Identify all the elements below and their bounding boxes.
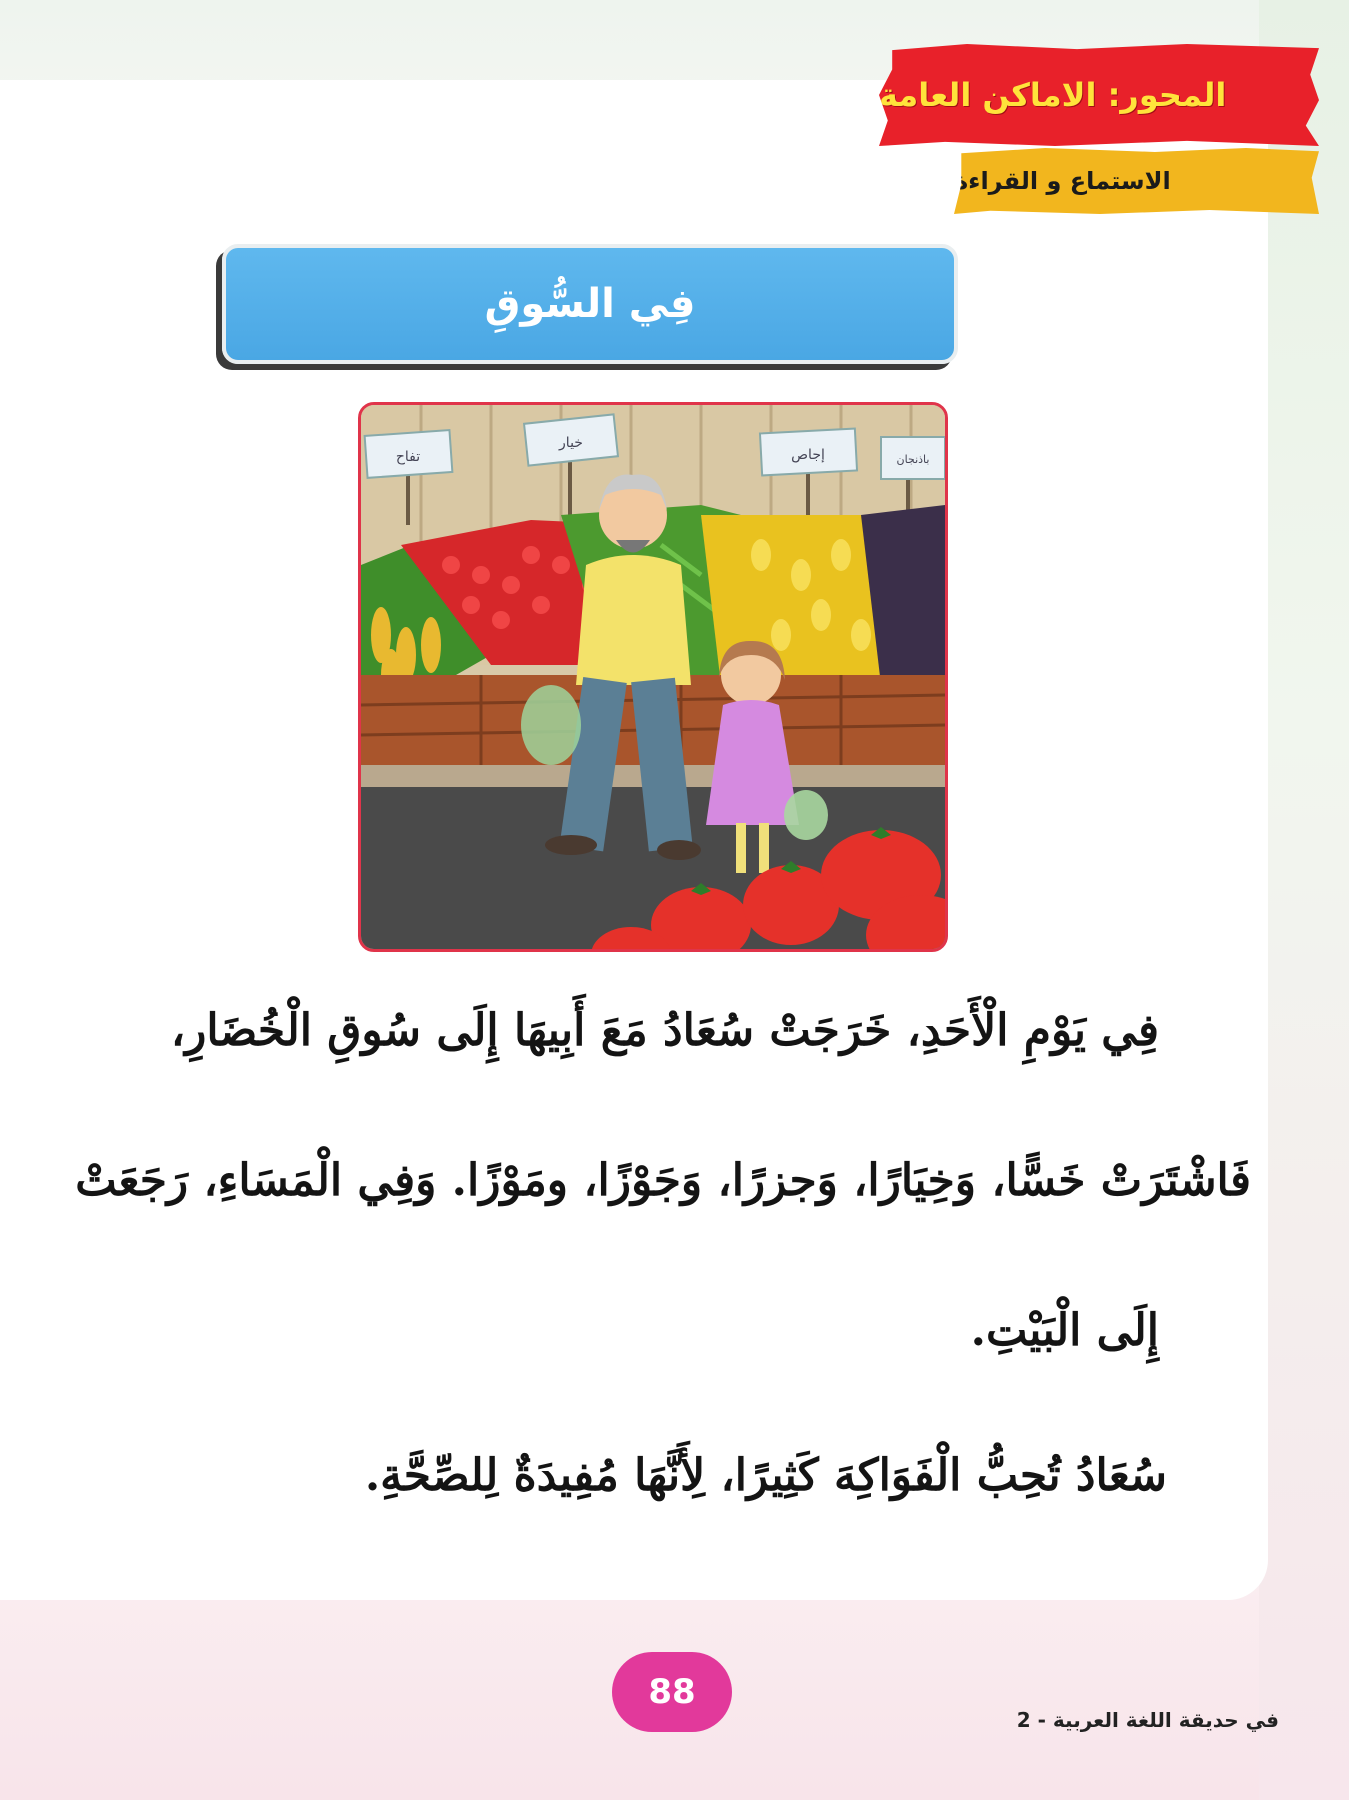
section-banner: الاستماع و القراءة (954, 148, 1319, 214)
lesson-title-bar: فِي السُّوقِ (222, 244, 958, 364)
page-side-gradient (1259, 0, 1349, 1800)
lesson-title: فِي السُّوقِ (484, 281, 696, 327)
sign-cucumber: خيار (558, 435, 583, 451)
page-number: 88 (648, 1672, 696, 1712)
section-label: الاستماع و القراءة (954, 167, 1171, 195)
page-number-badge: 88 (612, 1652, 732, 1732)
market-scene-image: تفاح خيار إجاص باذنجان (361, 405, 945, 949)
reading-line-1: فِي يَوْمِ الْأَحَدِ، خَرَجَتْ سُعَادُ م… (170, 1005, 1159, 1056)
sign-pear: إجاص (791, 447, 825, 463)
topic-banner: المحور: الاماكن العامة (879, 44, 1319, 146)
market-illustration: تفاح خيار إجاص باذنجان (358, 402, 948, 952)
reading-line-3: إِلَى الْبَيْتِ. (970, 1305, 1159, 1356)
sign-eggplant: باذنجان (897, 453, 930, 466)
book-title: في حديقة اللغة العربية - 2 (1016, 1708, 1279, 1732)
sign-apple: تفاح (396, 449, 420, 465)
topic-label: المحور: الاماكن العامة (879, 76, 1227, 114)
reading-line-2: فَاشْتَرَتْ خَسًّا، وَخِيَارًا، وَجزرًا،… (75, 1155, 1251, 1206)
reading-line-4: سُعَادُ تُحِبُّ الْفَوَاكِهَ كَثِيرًا، ل… (364, 1450, 1167, 1501)
